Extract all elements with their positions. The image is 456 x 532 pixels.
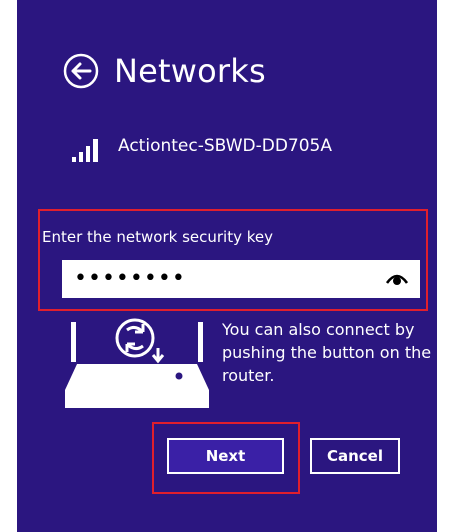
back-arrow-circle-icon[interactable] [62,52,100,90]
eye-icon[interactable] [386,272,408,286]
wifi-signal-bars-icon [72,139,98,162]
next-button[interactable]: Next [167,438,284,474]
cancel-button[interactable]: Cancel [310,438,400,474]
dialog-header: Networks [62,52,266,90]
page-title: Networks [114,52,266,90]
security-key-input[interactable]: •••••••• [62,260,420,298]
router-wps-icon [65,318,209,408]
network-name: Actiontec-SBWD-DD705A [118,136,332,156]
security-key-value: •••••••• [74,266,186,291]
network-row: Actiontec-SBWD-DD705A [70,136,332,162]
security-key-label: Enter the network security key [42,228,274,246]
wps-instruction-text: You can also connect by pushing the butt… [222,320,432,385]
network-dialog-panel: Networks Actiontec-SBWD-DD705A Enter the… [17,0,437,532]
